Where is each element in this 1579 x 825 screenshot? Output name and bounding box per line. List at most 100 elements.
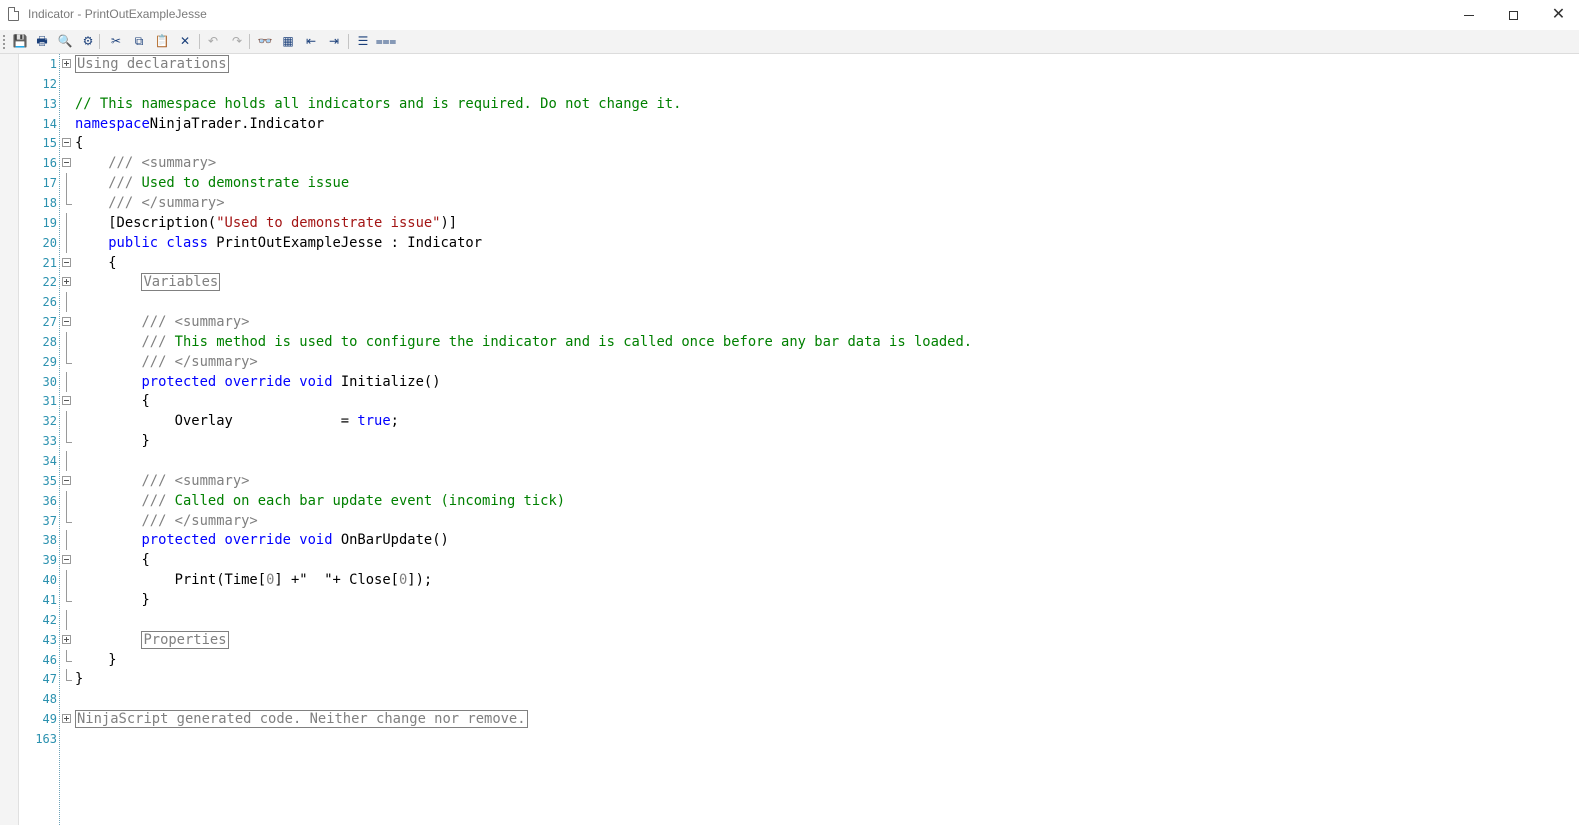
- find-replace-button[interactable]: ▦: [280, 33, 296, 49]
- comment-button[interactable]: ☰: [355, 33, 371, 49]
- code-line[interactable]: 46 }: [0, 649, 1567, 670]
- collapse-region-icon[interactable]: [62, 555, 71, 565]
- code-line[interactable]: 26: [0, 292, 1567, 313]
- expand-region-icon[interactable]: [62, 277, 71, 287]
- maximize-button[interactable]: [1491, 0, 1536, 30]
- collapsed-region[interactable]: Variables: [141, 273, 221, 292]
- line-number: 15: [42, 136, 57, 151]
- save-button[interactable]: 💾: [12, 33, 28, 49]
- code-token: OnBarUpdate(): [332, 532, 449, 549]
- line-number: 48: [42, 692, 57, 707]
- code-token: "Used to demonstrate issue": [216, 214, 441, 231]
- code-line[interactable]: 18 /// </summary>: [0, 192, 1567, 213]
- code-token: Used to demonstrate issue: [133, 175, 350, 192]
- undo-button[interactable]: ↶: [205, 33, 221, 49]
- code-line[interactable]: 34: [0, 451, 1567, 471]
- code-token: true: [357, 413, 391, 430]
- print-button[interactable]: 🖶: [34, 33, 50, 49]
- code-line[interactable]: 37 /// </summary>: [0, 510, 1567, 531]
- code-line[interactable]: 40 Print(Time[0] +" "+ Close[0]);: [0, 570, 1567, 591]
- code-line[interactable]: 42: [0, 609, 1567, 630]
- code-line[interactable]: 1 Using declarations: [0, 54, 1567, 74]
- code-line[interactable]: 41 }: [0, 589, 1567, 610]
- code-line[interactable]: 38 protected override void OnBarUpdate(): [0, 530, 1567, 551]
- delete-button[interactable]: ✕: [177, 33, 193, 49]
- line-number: 163: [35, 731, 57, 746]
- code-text: protected override void Initialize(): [75, 372, 440, 392]
- code-line[interactable]: 35 /// <summary>: [0, 471, 1567, 491]
- code-line[interactable]: 27 /// <summary>: [0, 312, 1567, 332]
- redo-button[interactable]: ↷: [229, 33, 245, 49]
- code-line[interactable]: 17 /// Used to demonstrate issue: [0, 173, 1567, 194]
- code-token: /// <summary>: [108, 155, 217, 172]
- code-line[interactable]: 47}: [0, 669, 1567, 689]
- expand-region-icon[interactable]: [62, 714, 71, 724]
- document-icon: [8, 7, 19, 21]
- line-number: 28: [42, 334, 57, 349]
- fold-end-marker: [66, 589, 72, 602]
- code-token: protected override void: [141, 532, 333, 549]
- code-line[interactable]: 36 /// Called on each bar update event (…: [0, 490, 1567, 511]
- code-line[interactable]: 48: [0, 689, 1567, 709]
- minimize-button[interactable]: [1446, 0, 1491, 30]
- code-line[interactable]: 15 {: [0, 133, 1567, 153]
- code-editor[interactable]: 1 Using declarations 12 13 // This namespace…: [0, 54, 1579, 825]
- code-line[interactable]: 14 namespaceNinjaTrader.Indicator: [0, 114, 1567, 134]
- uncomment-button[interactable]: ⩶: [376, 33, 397, 49]
- code-line[interactable]: 19 [Description("Used to demonstrate iss…: [0, 212, 1567, 233]
- collapsed-region[interactable]: Properties: [141, 630, 229, 649]
- code-line[interactable]: 13 // This namespace holds all indicators…: [0, 94, 1567, 114]
- code-line[interactable]: 21 {: [0, 253, 1567, 273]
- collapse-region-icon[interactable]: [62, 158, 71, 168]
- code-token: /// </summary>: [108, 194, 225, 211]
- close-button[interactable]: ✕: [1536, 0, 1579, 30]
- fold-guide-line: [66, 371, 67, 392]
- code-line[interactable]: 163: [0, 729, 1567, 749]
- code-line[interactable]: 43 Properties: [0, 630, 1567, 650]
- code-line[interactable]: 28 /// This method is used to configure …: [0, 331, 1567, 352]
- code-token: [Description(: [75, 214, 217, 231]
- collapse-region-icon[interactable]: [62, 257, 71, 267]
- paste-button[interactable]: 📋: [154, 33, 170, 49]
- close-icon: ✕: [1551, 6, 1566, 23]
- compile-button[interactable]: ⚙: [80, 33, 96, 49]
- collapse-region-icon[interactable]: [62, 317, 71, 327]
- toolbar-grip[interactable]: [3, 35, 5, 49]
- collapse-region-icon[interactable]: [62, 475, 71, 485]
- code-line[interactable]: 31 {: [0, 391, 1567, 411]
- code-line[interactable]: 12: [0, 74, 1567, 94]
- outdent-icon: ⇤: [305, 34, 317, 48]
- code-token: protected override void: [141, 373, 333, 390]
- find-button[interactable]: 👓: [257, 33, 273, 49]
- collapsed-region[interactable]: NinjaScript generated code. Neither chan…: [75, 710, 528, 729]
- code-line[interactable]: 49 NinjaScript generated code. Neither ch…: [0, 709, 1567, 729]
- code-line[interactable]: 29 /// </summary>: [0, 351, 1567, 372]
- collapsed-region[interactable]: Using declarations: [75, 55, 229, 73]
- code-text: namespaceNinjaTrader.Indicator: [75, 114, 324, 134]
- line-number: 42: [42, 612, 57, 627]
- collapse-region-icon[interactable]: [62, 396, 71, 406]
- code-line[interactable]: 20 public class PrintOutExampleJesse : I…: [0, 232, 1567, 253]
- toolbar-separator: [99, 34, 100, 49]
- code-line[interactable]: 32 Overlay = true;: [0, 411, 1567, 432]
- expand-region-icon[interactable]: [62, 634, 71, 644]
- code-line[interactable]: 16 /// <summary>: [0, 153, 1567, 173]
- code-line[interactable]: 33 }: [0, 431, 1567, 451]
- cut-button[interactable]: ✂: [108, 33, 124, 49]
- indent-button[interactable]: ⇥: [326, 33, 342, 49]
- line-number: 33: [42, 434, 57, 449]
- fold-guide-line: [66, 173, 67, 194]
- code-line[interactable]: 39 {: [0, 550, 1567, 570]
- collapse-region-icon[interactable]: [62, 138, 71, 148]
- code-line[interactable]: 22 Variables: [0, 272, 1567, 292]
- outdent-button[interactable]: ⇤: [303, 33, 319, 49]
- find-replace-icon: ▦: [282, 34, 294, 48]
- code-token: NinjaTrader.Indicator: [149, 115, 325, 132]
- expand-region-icon[interactable]: [62, 59, 71, 68]
- copy-button[interactable]: ⧉: [131, 33, 147, 49]
- undo-icon: ↶: [207, 34, 219, 48]
- code-line[interactable]: 30 protected override void Initialize(): [0, 371, 1567, 392]
- print-preview-button[interactable]: 🔍: [57, 33, 73, 49]
